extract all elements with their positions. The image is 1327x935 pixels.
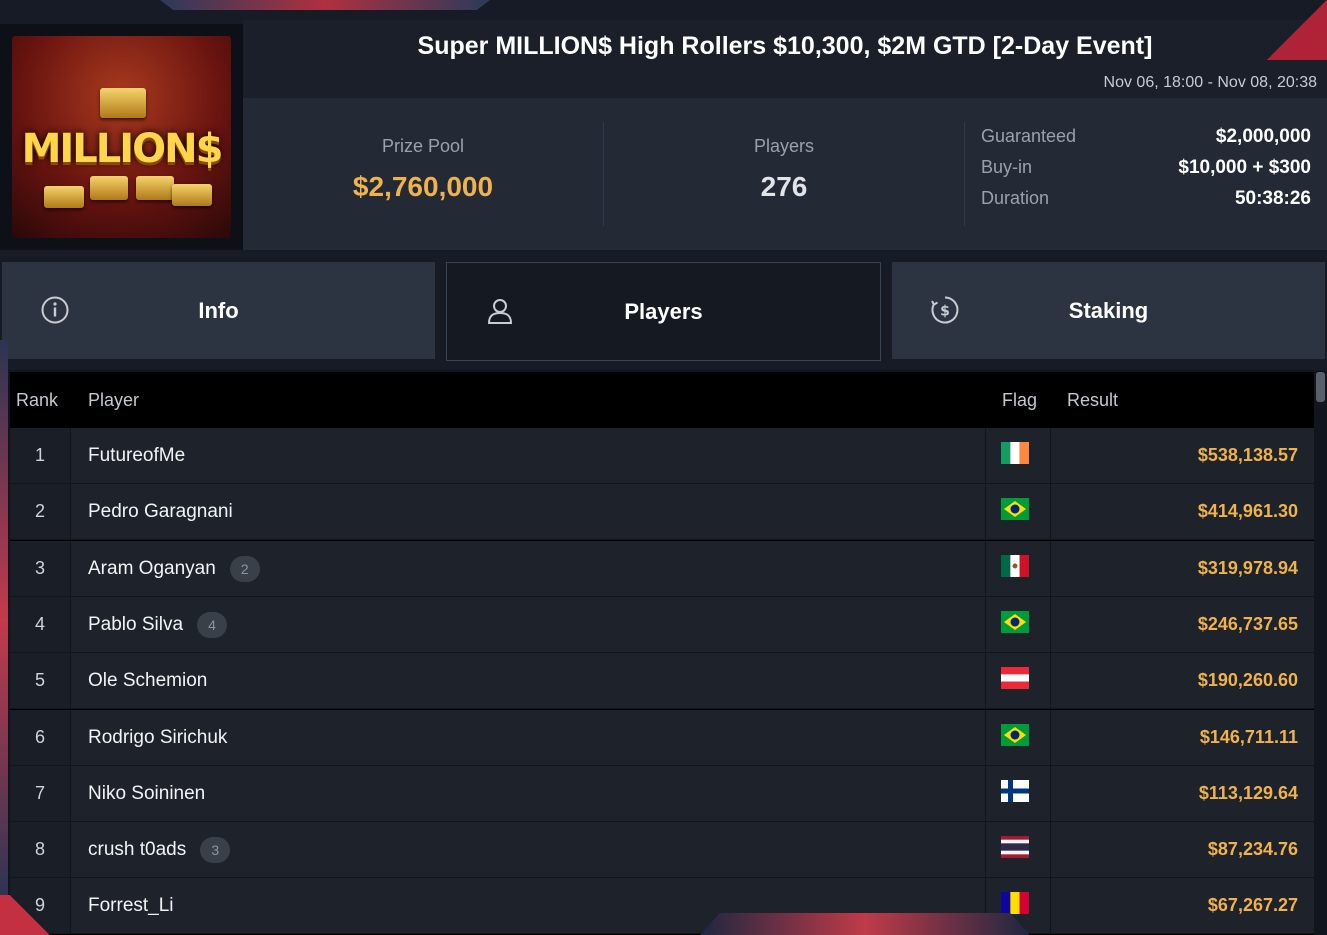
rank-cell: 2 [10, 484, 70, 540]
table-row[interactable]: 7 Niko Soininen $113,129.64 [10, 765, 1314, 822]
austria-flag [1001, 667, 1029, 690]
table-row[interactable]: 8 crush t0ads 3 $87,234.76 [10, 822, 1314, 879]
players-stat: Players 276 [604, 98, 964, 250]
result-cell: $87,234.76 [1207, 839, 1298, 860]
mexico-flag [1001, 554, 1029, 577]
brazil-flag [1001, 610, 1029, 633]
table-row[interactable]: 2 Pedro Garagnani $414,961.30 [10, 484, 1314, 541]
player-name-text: Ole Schemion [88, 670, 208, 692]
scrollbar[interactable] [1316, 372, 1325, 402]
result-cell: $146,711.11 [1199, 726, 1298, 747]
result-cell: $319,978.94 [1197, 557, 1298, 578]
player-name-text: crush t0ads [88, 839, 187, 861]
frame-decoration [0, 340, 8, 900]
player-badge: 2 [229, 555, 260, 582]
detail-value: $2,000,000 [1215, 126, 1311, 147]
tab-staking[interactable]: $ Staking [892, 262, 1325, 359]
detail-buy-in: Buy-in $10,000 + $300 [981, 157, 1311, 188]
result-cell: $67,267.27 [1207, 895, 1298, 916]
table-header: Rank Player Flag Result [10, 372, 1314, 428]
brazil-flag [1001, 723, 1029, 746]
player-name-text: Niko Soininen [88, 782, 206, 804]
thailand-flag [1001, 836, 1029, 859]
tournament-details: Guaranteed $2,000,000 Buy-in $10,000 + $… [981, 126, 1311, 219]
detail-label: Buy-in [981, 157, 1033, 177]
rank-cell: 7 [10, 765, 70, 821]
player-name-text: Rodrigo Sirichuk [88, 726, 228, 748]
column-rank[interactable]: Rank [16, 390, 58, 411]
players-label: Players [753, 136, 815, 156]
table-row[interactable]: 4 Pablo Silva 4 $246,737.65 [10, 596, 1314, 653]
column-player[interactable]: Player [88, 390, 139, 411]
player-badge: 3 [200, 837, 231, 864]
result-cell: $190,260.60 [1197, 670, 1298, 691]
table-row[interactable]: 9Forrest_Li$67,267.27 [10, 878, 1314, 935]
players-value: 276 [760, 171, 808, 202]
detail-value: 50:38:26 [1234, 188, 1311, 209]
player-name[interactable]: Ole Schemion [88, 653, 207, 708]
svg-text:$: $ [940, 304, 950, 320]
detail-value: $10,000 + $300 [1178, 157, 1311, 178]
player-name[interactable]: Pablo Silva 4 [88, 597, 228, 652]
finland-flag [1001, 779, 1029, 802]
user-icon [487, 299, 513, 324]
rank-cell: 4 [10, 596, 70, 652]
prize-pool-label: Prize Pool [381, 136, 465, 156]
player-name[interactable]: FutureofMe [88, 428, 185, 483]
tournament-dates: Nov 06, 18:00 - Nov 08, 20:38 [1103, 74, 1317, 91]
column-flag[interactable]: Flag [1002, 390, 1037, 411]
player-name[interactable]: Aram Oganyan 2 [88, 541, 260, 596]
detail-label: Duration [981, 188, 1050, 208]
tab-bar: Info Players $ Staking [0, 250, 1327, 370]
rank-cell: 3 [10, 540, 70, 596]
players-table: Rank Player Flag Result 1 FutureofMe $538,… [10, 372, 1314, 935]
tournament-header: MILLION$ Super MILLION$ High Rollers $10… [0, 0, 1327, 250]
detail-label: Guaranteed [981, 126, 1077, 146]
frame-decoration [700, 913, 1030, 935]
player-name[interactable]: Forrest_Li [88, 878, 174, 933]
rank-cell: 8 [10, 822, 70, 878]
player-badge: 4 [197, 611, 228, 638]
brazil-flag [1001, 498, 1029, 521]
rank-cell: 5 [10, 653, 70, 709]
column-result[interactable]: Result [1067, 390, 1118, 411]
tab-players[interactable]: Players [446, 262, 881, 361]
stat-divider [964, 122, 965, 226]
tournament-logo: MILLION$ [0, 24, 243, 250]
player-name-text: Pablo Silva [88, 613, 184, 635]
tournament-title: Super MILLION$ High Rollers $10,300, $2M… [417, 32, 1153, 60]
prize-pool-stat: Prize Pool $2,760,000 [243, 98, 603, 250]
result-cell: $113,129.64 [1198, 782, 1298, 803]
player-name-text: Forrest_Li [88, 895, 174, 917]
table-row[interactable]: 6 Rodrigo Sirichuk $146,711.11 [10, 709, 1314, 766]
table-row[interactable]: 3 Aram Oganyan 2 $319,978.94 [10, 540, 1314, 597]
frame-decoration [160, 0, 490, 10]
table-row[interactable]: 5 Ole Schemion $190,260.60 [10, 653, 1314, 710]
player-name[interactable]: Pedro Garagnani [88, 484, 233, 539]
andorra-flag [1001, 892, 1029, 915]
stats-panel: Prize Pool $2,760,000 Players 276 Guaran… [243, 98, 1327, 250]
player-name[interactable]: crush t0ads 3 [88, 822, 231, 877]
tab-info[interactable]: Info [2, 262, 435, 359]
frame-decoration [0, 895, 60, 935]
player-name[interactable]: Rodrigo Sirichuk [88, 710, 227, 765]
detail-guaranteed: Guaranteed $2,000,000 [981, 126, 1311, 157]
player-name[interactable]: Niko Soininen [88, 766, 205, 821]
result-cell: $246,737.65 [1197, 613, 1298, 634]
player-name-text: FutureofMe [88, 445, 186, 466]
logo-text: MILLION$ [21, 126, 224, 172]
table-row[interactable]: 1 FutureofMe $538,138.57 [10, 428, 1314, 484]
player-name-text: Pedro Garagnani [88, 501, 233, 523]
result-cell: $414,961.30 [1197, 501, 1298, 522]
rank-cell: 6 [10, 709, 70, 765]
ireland-flag [1001, 442, 1029, 464]
prize-pool-value: $2,760,000 [352, 171, 494, 202]
detail-duration: Duration 50:38:26 [981, 188, 1311, 219]
frame-decoration [1267, 0, 1327, 60]
dollar-icon: $ [931, 296, 959, 324]
result-cell: $538,138.57 [1197, 445, 1298, 465]
player-name-text: Aram Oganyan [88, 557, 216, 579]
rank-cell: 1 [10, 428, 70, 483]
info-icon [41, 296, 69, 324]
